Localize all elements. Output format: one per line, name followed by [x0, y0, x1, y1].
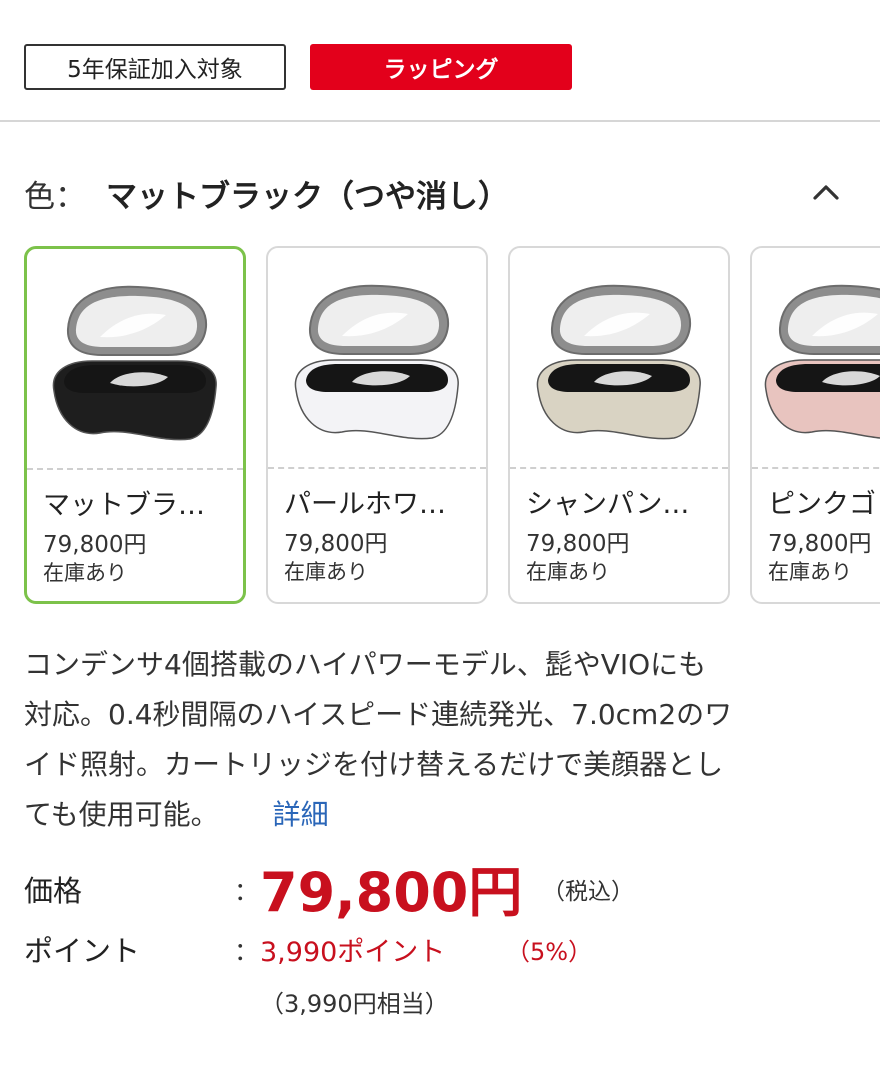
description-text: ても使用可能。	[24, 798, 219, 831]
device-case-illustration	[536, 284, 701, 440]
description-line: ても使用可能。 詳細	[24, 790, 854, 840]
divider	[0, 120, 880, 122]
product-description: コンデンサ4個搭載のハイパワーモデル、髭やVIOにも 対応。0.4秒間隔のハイス…	[24, 640, 854, 840]
variant-name: ピンクゴ	[768, 489, 876, 520]
points-row: ポイント ： 3,990ポイント （5%）	[24, 926, 854, 976]
device-case-illustration	[294, 284, 459, 440]
price-row: 価格 ： 79,800円 （税込）	[24, 848, 854, 924]
product-image	[268, 248, 486, 466]
color-selector-header[interactable]: 色： マットブラック（つや消し）	[24, 168, 844, 218]
variant-stock: 在庫あり	[526, 560, 610, 584]
variant-name: マットブラ…	[43, 490, 205, 521]
wrapping-tag[interactable]: ラッピング	[310, 44, 572, 90]
product-image	[752, 248, 880, 466]
product-image	[27, 249, 243, 467]
variant-stock: 在庫あり	[43, 561, 127, 585]
chevron-up-icon[interactable]	[808, 174, 844, 210]
device-case-illustration	[52, 285, 217, 441]
card-divider	[268, 467, 486, 469]
description-line: イド照射。カートリッジを付け替えるだけで美顔器とし	[24, 748, 724, 781]
variant-stock: 在庫あり	[284, 560, 368, 584]
points-value: 3,990ポイント	[260, 937, 446, 968]
selected-color-name: マットブラック（つや消し）	[106, 178, 509, 215]
device-case-illustration	[764, 284, 880, 439]
card-divider	[27, 468, 243, 470]
price-label: 価格	[24, 874, 83, 908]
variant-card[interactable]: ピンクゴ 79,800円 在庫あり	[750, 246, 880, 604]
variant-price: 79,800円	[43, 532, 147, 558]
color-label: 色：	[24, 178, 86, 215]
variant-price: 79,800円	[284, 531, 388, 557]
price-value: 79,800円	[260, 861, 523, 924]
variant-card[interactable]: シャンパン… 79,800円 在庫あり	[508, 246, 730, 604]
variant-price: 79,800円	[768, 531, 872, 557]
variant-card[interactable]: パールホワ… 79,800円 在庫あり	[266, 246, 488, 604]
variant-card[interactable]: マットブラ… 79,800円 在庫あり	[24, 246, 246, 604]
card-divider	[510, 467, 728, 469]
points-label: ポイント	[24, 934, 141, 968]
detail-link[interactable]: 詳細	[273, 798, 329, 831]
variant-price: 79,800円	[526, 531, 630, 557]
product-image	[510, 248, 728, 466]
points-colon: ：	[234, 937, 260, 966]
tag-row: 5年保証加入対象 ラッピング	[24, 44, 572, 90]
points-equivalent: （3,990円相当）	[260, 990, 449, 1018]
description-line: 対応。0.4秒間隔のハイスピード連続発光、7.0cm2のワ	[24, 698, 733, 731]
price-colon: ：	[234, 877, 260, 906]
color-variant-list: マットブラ… 79,800円 在庫あり パールホワ… 79,800円 在庫あり …	[24, 246, 880, 606]
description-line: コンデンサ4個搭載のハイパワーモデル、髭やVIOにも	[24, 648, 707, 681]
points-percent: （5%）	[506, 938, 593, 966]
variant-name: パールホワ…	[284, 489, 446, 520]
card-divider	[752, 467, 880, 469]
tax-note: （税込）	[542, 879, 634, 905]
warranty-tag[interactable]: 5年保証加入対象	[24, 44, 286, 90]
variant-stock: 在庫あり	[768, 560, 852, 584]
variant-name: シャンパン…	[526, 489, 690, 520]
